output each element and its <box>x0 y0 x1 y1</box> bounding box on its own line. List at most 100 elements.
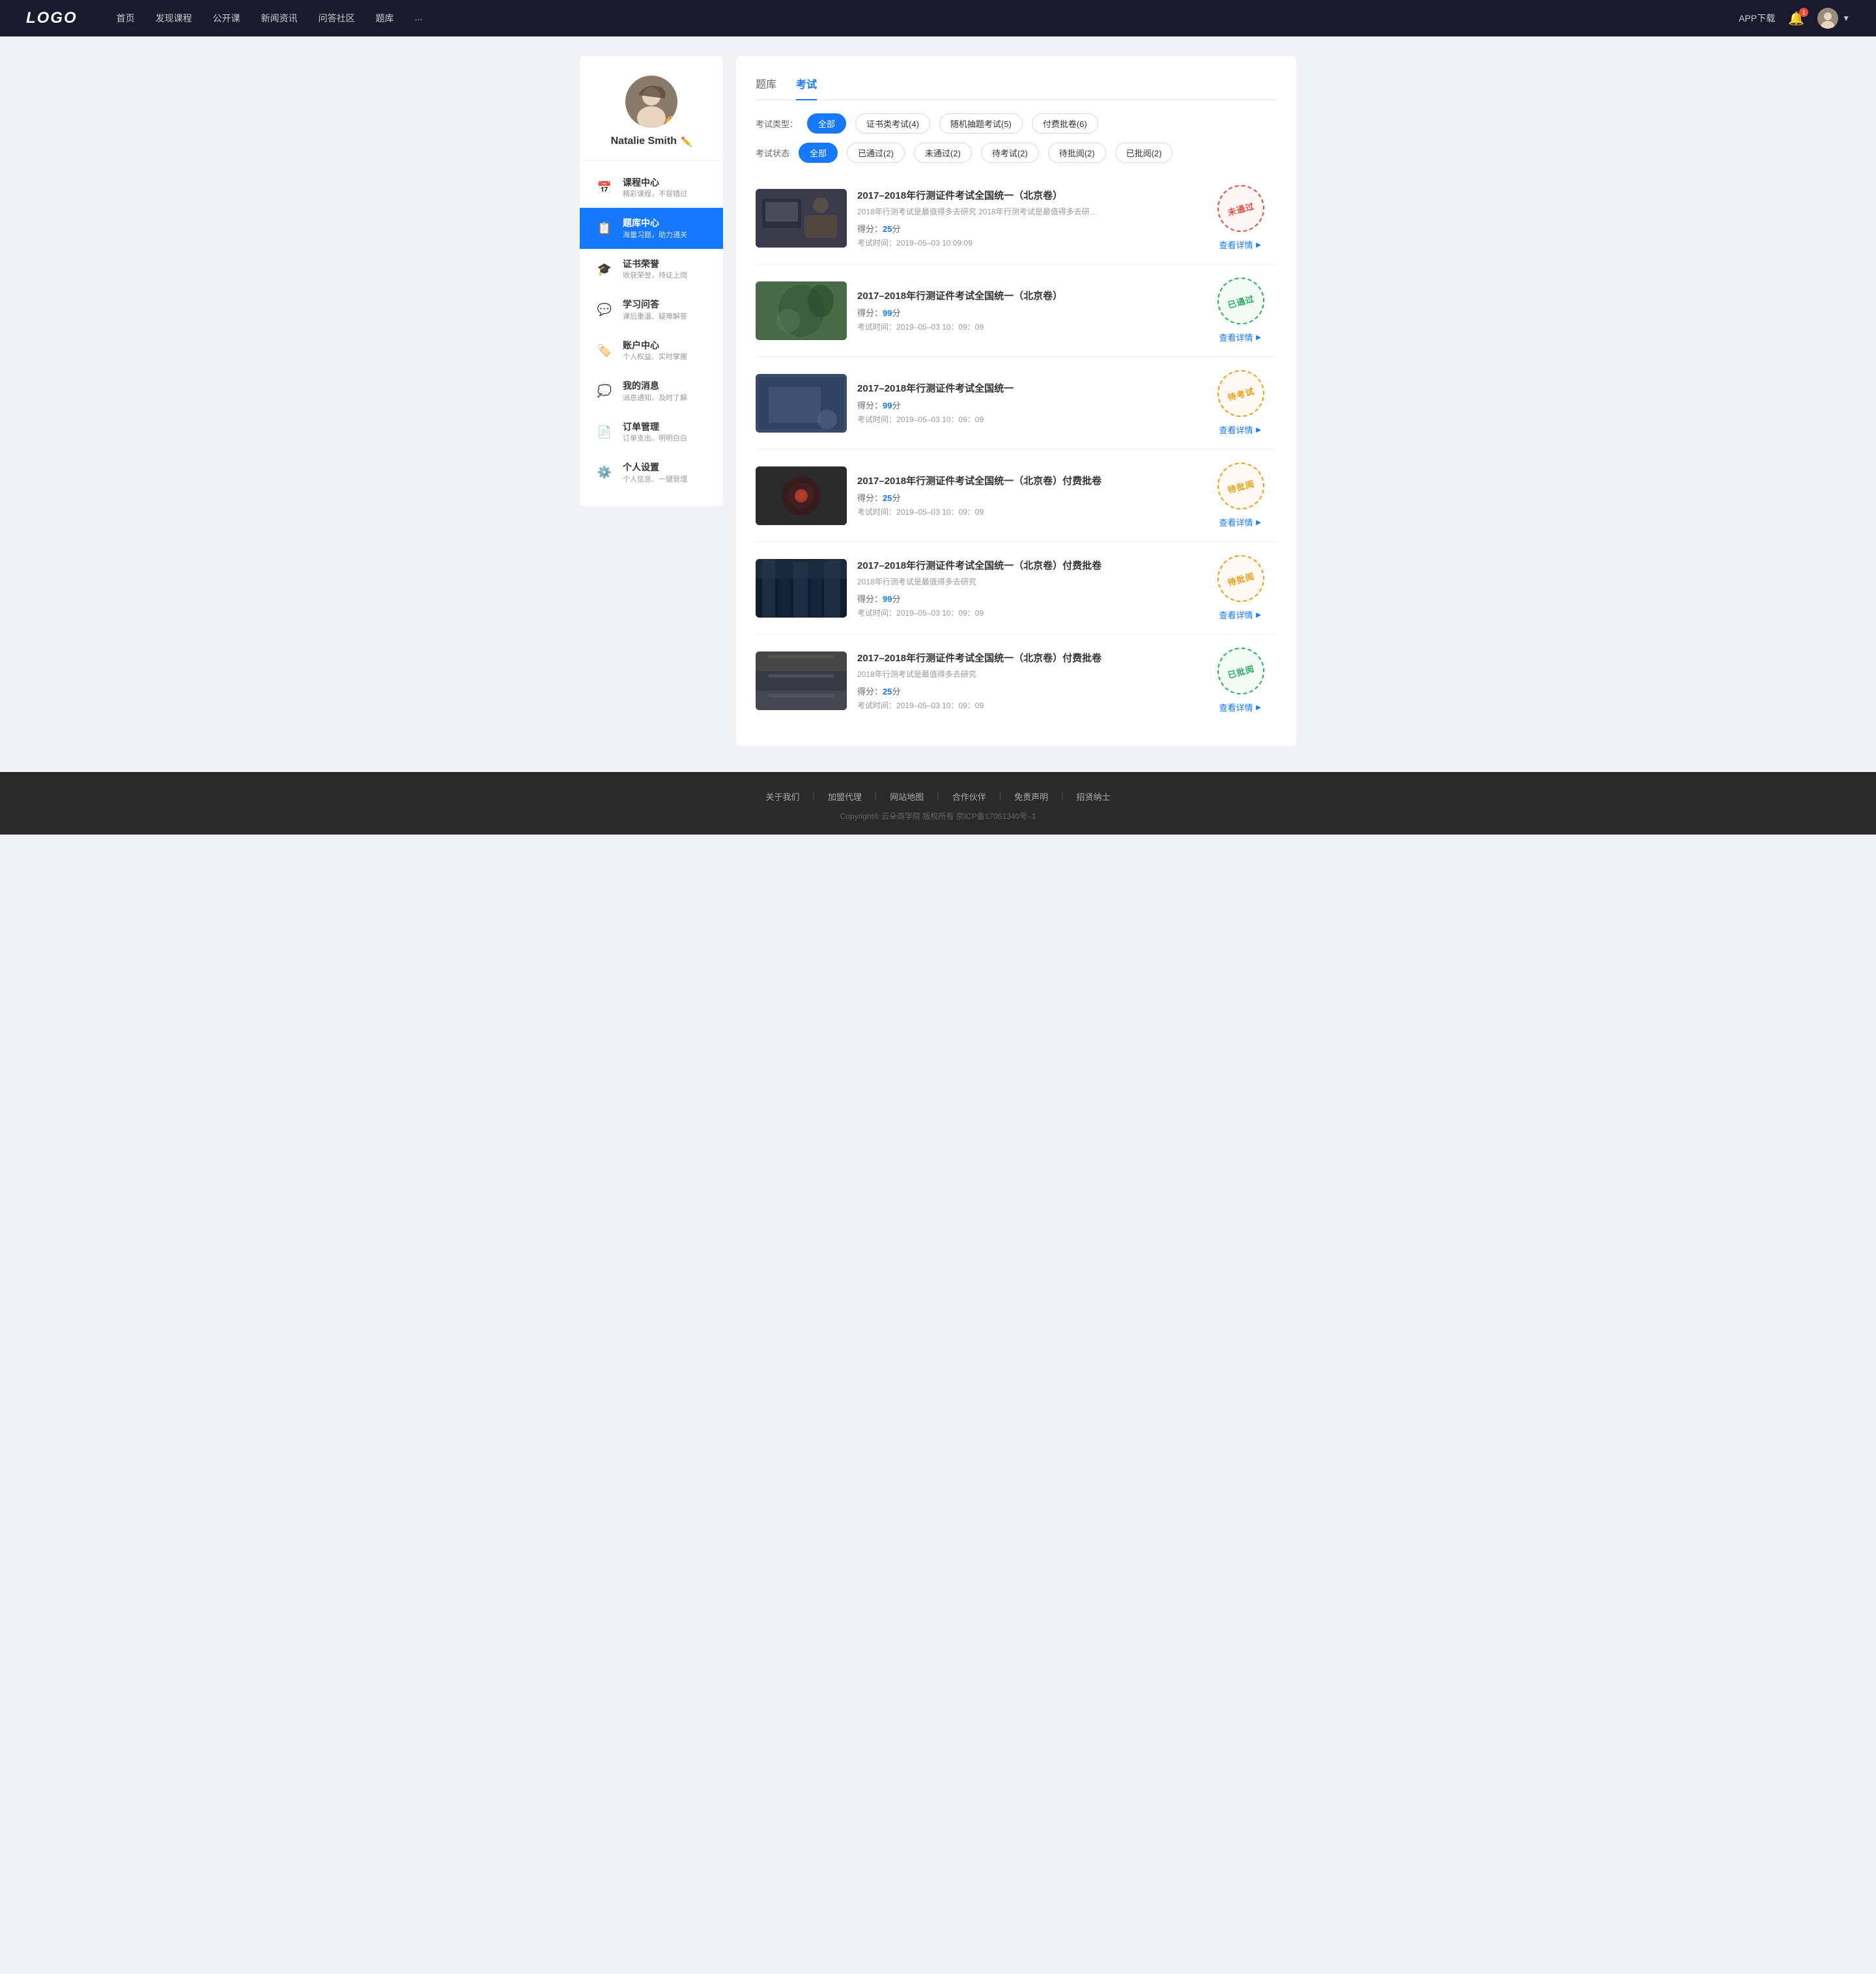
nav-home[interactable]: 首页 <box>117 12 135 25</box>
tab-question-bank[interactable]: 题库 <box>756 76 776 99</box>
exam-detail-link-3[interactable]: 查看详情 ► <box>1219 423 1263 436</box>
exam-title-2: 2017–2018年行测证件考试全国统一（北京卷） <box>857 289 1195 302</box>
type-filter-label: 考试类型： <box>756 117 798 130</box>
nav-news[interactable]: 新闻资讯 <box>261 12 298 25</box>
sidebar-item-certificate[interactable]: 🎓 证书荣誉 收获荣誉，持证上岗 <box>580 249 723 289</box>
footer-copyright: Copyright® 云朵商学院 版权所有 京ICP备17051340号–1 <box>0 810 1876 822</box>
footer-link-about[interactable]: 关于我们 <box>765 790 799 803</box>
account-icon: 🏷️ <box>595 341 614 360</box>
exam-thumbnail-5 <box>756 559 847 618</box>
exam-detail-link-1[interactable]: 查看详情 ► <box>1219 238 1263 251</box>
exam-info-5: 2017–2018年行测证件考试全国统一（北京卷）付费批卷 2018年行测考试是… <box>857 558 1195 618</box>
exam-time-3: 考试时间：2019–05–03 10：09：09 <box>857 414 1195 425</box>
qa-icon: 💬 <box>595 301 614 319</box>
messages-sub: 消息通知、及时了解 <box>623 393 687 403</box>
settings-title: 个人设置 <box>623 461 687 473</box>
exam-desc-5: 2018年行测考试是最值得多去研究 <box>857 576 1105 587</box>
navbar-right: APP下载 🔔 1 ▼ <box>1739 8 1850 29</box>
exam-status-stamp-2: 已通过 <box>1212 272 1270 330</box>
exam-thumbnail-1 <box>756 189 847 248</box>
bell-icon[interactable]: 🔔 1 <box>1788 10 1804 27</box>
content-tabs: 题库 考试 <box>756 76 1277 100</box>
nav-open-courses[interactable]: 公开课 <box>213 12 240 25</box>
app-download[interactable]: APP下载 <box>1739 12 1775 25</box>
exam-score-4: 得分：25分 <box>857 491 1195 504</box>
exam-detail-link-6[interactable]: 查看详情 ► <box>1219 701 1263 713</box>
status-filter-awaiting[interactable]: 待批阅(2) <box>1048 143 1106 163</box>
settings-sub: 个人信息、一键管理 <box>623 475 687 484</box>
messages-title: 我的消息 <box>623 380 687 392</box>
sidebar-item-qa[interactable]: 💬 学习问答 课后重温、疑难解答 <box>580 289 723 330</box>
exam-item: 2017–2018年行测证件考试全国统一（北京卷）付费批卷 得分：25分 考试时… <box>756 450 1277 542</box>
footer-link-jobs[interactable]: 招贤纳士 <box>1077 790 1111 803</box>
sidebar-item-orders[interactable]: 📄 订单管理 订单支出、明明白白 <box>580 412 723 452</box>
tab-exam[interactable]: 考试 <box>796 76 817 99</box>
exam-status-stamp-4: 待批阅 <box>1212 457 1270 515</box>
content-area: 题库 考试 考试类型： 全部 证书类考试(4) 随机抽题考试(5) 付费批卷(6… <box>736 56 1296 746</box>
messages-icon: 💭 <box>595 382 614 401</box>
nav-qa[interactable]: 问答社区 <box>319 12 355 25</box>
exam-list: 2017–2018年行测证件考试全国统一（北京卷） 2018年行测考试是最值得多… <box>756 172 1277 726</box>
profile-name: Natalie Smith <box>611 136 677 147</box>
status-filter-pending[interactable]: 待考试(2) <box>981 143 1039 163</box>
questionbank-title: 题库中心 <box>623 217 687 229</box>
exam-detail-link-4[interactable]: 查看详情 ► <box>1219 516 1263 528</box>
nav-questions[interactable]: 题库 <box>376 12 394 25</box>
qa-sub: 课后重温、疑难解答 <box>623 312 687 321</box>
exam-item: 2017–2018年行测证件考试全国统一（北京卷） 得分：99分 考试时间：20… <box>756 265 1277 357</box>
exam-thumbnail-4 <box>756 466 847 525</box>
sidebar-item-settings[interactable]: ⚙️ 个人设置 个人信息、一键管理 <box>580 452 723 493</box>
exam-item: 2017–2018年行测证件考试全国统一（北京卷）付费批卷 2018年行测考试是… <box>756 635 1277 726</box>
profile-avatar: 🏅 <box>625 76 677 128</box>
type-filter-cert[interactable]: 证书类考试(4) <box>855 113 930 134</box>
sidebar-item-questionbank[interactable]: 📋 题库中心 海量习题，助力通关 <box>580 208 723 248</box>
exam-info-1: 2017–2018年行测证件考试全国统一（北京卷） 2018年行测考试是最值得多… <box>857 188 1195 248</box>
profile-edit-icon[interactable]: ✏️ <box>681 136 692 147</box>
orders-title: 订单管理 <box>623 421 687 433</box>
sidebar-menu: 📅 课程中心 精彩课程，不容错过 📋 题库中心 海量习题，助力通关 🎓 证书荣誉… <box>580 167 723 493</box>
nav-links: 首页 发现课程 公开课 新闻资讯 问答社区 题库 ... <box>117 12 1739 25</box>
exam-detail-link-2[interactable]: 查看详情 ► <box>1219 331 1263 343</box>
exam-info-2: 2017–2018年行测证件考试全国统一（北京卷） 得分：99分 考试时间：20… <box>857 289 1195 332</box>
sidebar-item-course[interactable]: 📅 课程中心 精彩课程，不容错过 <box>580 167 723 208</box>
exam-item: 2017–2018年行测证件考试全国统一（北京卷）付费批卷 2018年行测考试是… <box>756 542 1277 635</box>
sidebar-item-messages[interactable]: 💭 我的消息 消息通知、及时了解 <box>580 371 723 411</box>
exam-thumbnail-3 <box>756 374 847 433</box>
footer-link-disclaimer[interactable]: 免责声明 <box>1014 790 1048 803</box>
qa-title: 学习问答 <box>623 298 687 310</box>
account-title: 账户中心 <box>623 339 687 351</box>
exam-status-stamp-6: 已批阅 <box>1212 642 1270 700</box>
type-filter-paid[interactable]: 付费批卷(6) <box>1032 113 1098 134</box>
exam-thumbnail-2 <box>756 281 847 340</box>
certificate-icon: 🎓 <box>595 260 614 278</box>
status-filter-all[interactable]: 全部 <box>799 143 838 163</box>
sidebar-profile: 🏅 Natalie Smith ✏️ <box>580 76 723 161</box>
sidebar: 🏅 Natalie Smith ✏️ 📅 课程中心 精彩课程，不容错过 📋 题库… <box>580 56 723 506</box>
footer-link-sitemap[interactable]: 网站地图 <box>890 790 924 803</box>
type-filter-random[interactable]: 随机抽题考试(5) <box>939 113 1023 134</box>
course-title: 课程中心 <box>623 177 687 188</box>
status-filter-failed[interactable]: 未通过(2) <box>914 143 972 163</box>
footer-link-agent[interactable]: 加盟代理 <box>828 790 862 803</box>
exam-time-4: 考试时间：2019–05–03 10：09：09 <box>857 506 1195 517</box>
status-filter-reviewed[interactable]: 已批阅(2) <box>1115 143 1173 163</box>
chevron-down-icon: ▼ <box>1842 14 1850 23</box>
nav-more[interactable]: ... <box>415 12 423 25</box>
status-filter-passed[interactable]: 已通过(2) <box>847 143 905 163</box>
user-avatar-btn[interactable]: ▼ <box>1817 8 1850 29</box>
exam-detail-link-5[interactable]: 查看详情 ► <box>1219 608 1263 621</box>
footer: 关于我们 | 加盟代理 | 网站地图 | 合作伙伴 | 免责声明 | 招贤纳士 … <box>0 772 1876 835</box>
type-filter-all[interactable]: 全部 <box>807 113 846 134</box>
questionbank-sub: 海量习题，助力通关 <box>623 231 687 240</box>
exam-right-2: 已通过 查看详情 ► <box>1205 278 1277 343</box>
footer-link-partner[interactable]: 合作伙伴 <box>952 790 986 803</box>
exam-thumbnail-6 <box>756 651 847 710</box>
orders-icon: 📄 <box>595 423 614 441</box>
nav-courses[interactable]: 发现课程 <box>156 12 192 25</box>
exam-right-1: 未通过 查看详情 ► <box>1205 185 1277 251</box>
sidebar-item-account[interactable]: 🏷️ 账户中心 个人权益、实时掌握 <box>580 330 723 371</box>
course-sub: 精彩课程，不容错过 <box>623 190 687 199</box>
exam-score-3: 得分：99分 <box>857 399 1195 411</box>
avatar <box>1817 8 1838 29</box>
exam-score-1: 得分：25分 <box>857 222 1195 235</box>
